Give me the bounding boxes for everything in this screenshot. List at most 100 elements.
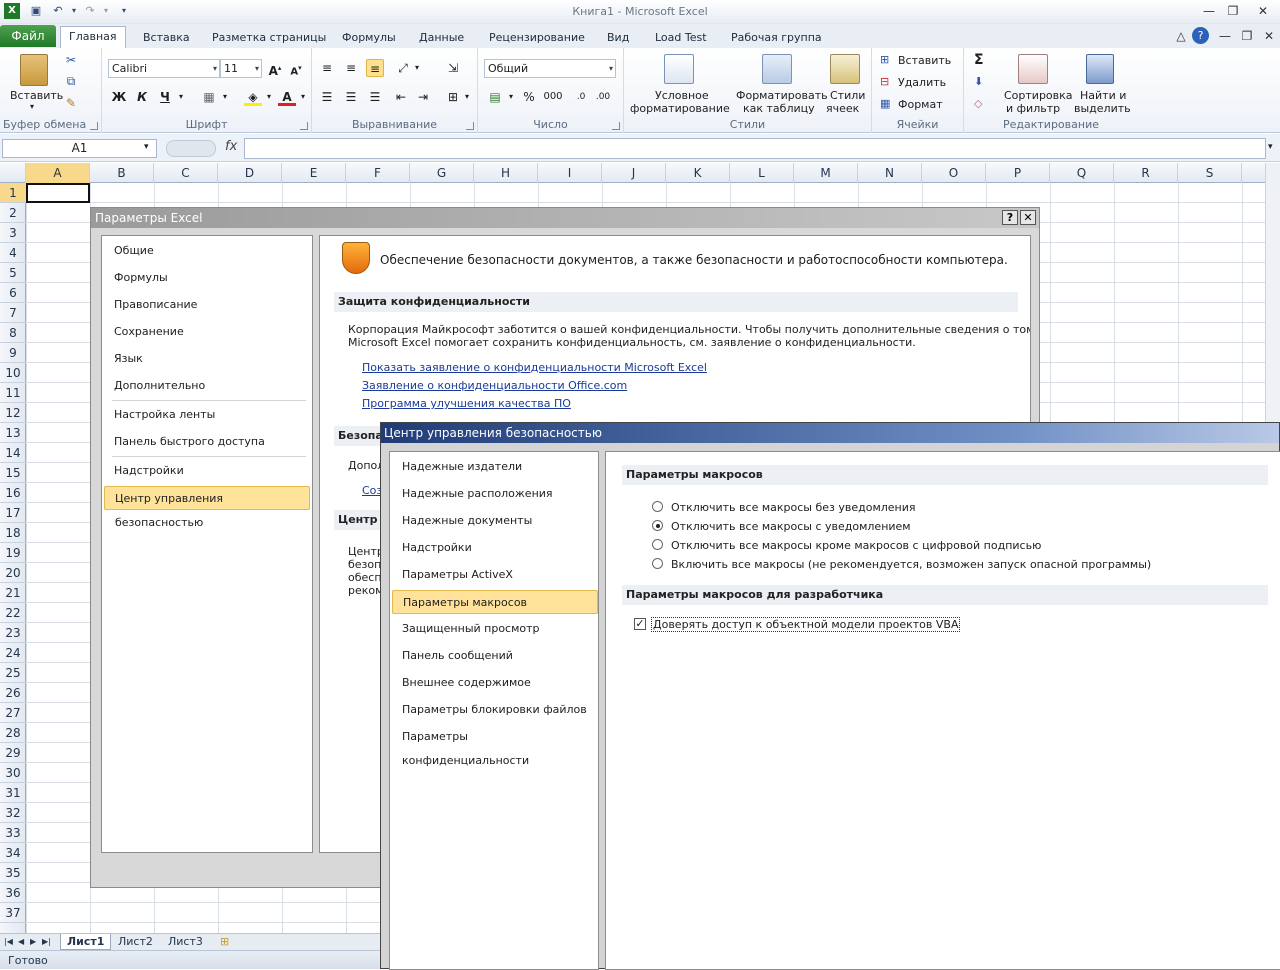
trust-nav-macro-settings[interactable]: Параметры макросов	[392, 590, 598, 614]
align-middle-icon[interactable]: ≡	[342, 59, 360, 77]
align-left-icon[interactable]: ☰	[318, 88, 336, 106]
doc-restore-icon[interactable]: ❐	[1236, 27, 1258, 45]
row-header[interactable]: 30	[0, 763, 26, 783]
tab-file[interactable]: Файл	[0, 25, 56, 47]
italic-button[interactable]: К	[133, 88, 151, 106]
copy-icon[interactable]: ⧉	[62, 72, 80, 90]
trust-nav-privacy[interactable]: Параметры конфиденциальности	[392, 725, 598, 767]
trust-nav-external-content[interactable]: Внешнее содержимое	[392, 671, 598, 695]
trust-nav-message-bar[interactable]: Панель сообщений	[392, 644, 598, 668]
option-disable-notify[interactable]: Отключить все макросы с уведомлением	[671, 520, 911, 533]
link-office-privacy[interactable]: Заявление о конфиденциальности Office.co…	[362, 379, 627, 392]
row-header[interactable]: 20	[0, 563, 26, 583]
column-header[interactable]: S	[1178, 163, 1242, 183]
clipboard-launcher-icon[interactable]	[90, 122, 98, 130]
next-sheet-icon[interactable]: ▶	[28, 934, 38, 950]
row-header[interactable]: 19	[0, 543, 26, 563]
link-ceip[interactable]: Программа улучшения качества ПО	[362, 397, 571, 410]
radio-disable-notify[interactable]	[652, 520, 663, 531]
row-header[interactable]: 24	[0, 643, 26, 663]
conditional-formatting-icon[interactable]	[664, 54, 694, 84]
row-header[interactable]: 29	[0, 743, 26, 763]
row-header[interactable]: 17	[0, 503, 26, 523]
column-header[interactable]: C	[154, 163, 218, 183]
align-center-icon[interactable]: ☰	[342, 88, 360, 106]
row-header[interactable]: 37	[0, 903, 26, 923]
row-header[interactable]: 32	[0, 803, 26, 823]
insert-cells-button[interactable]: Вставить	[898, 54, 951, 67]
option-enable-all[interactable]: Включить все макросы (не рекомендуется, …	[671, 558, 1151, 571]
options-nav-customize-ribbon[interactable]: Настройка ленты	[104, 403, 310, 427]
shrink-font-icon[interactable]: A▾	[287, 59, 305, 77]
active-cell[interactable]	[26, 183, 90, 203]
row-header[interactable]: 28	[0, 723, 26, 743]
row-header[interactable]: 21	[0, 583, 26, 603]
format-as-table-label-1[interactable]: Форматировать	[736, 89, 828, 102]
column-header[interactable]: Q	[1050, 163, 1114, 183]
row-header[interactable]: 26	[0, 683, 26, 703]
find-select-label-1[interactable]: Найти и	[1080, 89, 1126, 102]
options-nav-save[interactable]: Сохранение	[104, 320, 310, 344]
tab-view[interactable]: Вид	[599, 28, 637, 48]
options-nav-proofing[interactable]: Правописание	[104, 293, 310, 317]
sheet-tab-2[interactable]: Лист2	[112, 934, 159, 950]
sort-filter-icon[interactable]	[1018, 54, 1048, 84]
tab-insert[interactable]: Вставка	[135, 28, 198, 48]
minimize-icon[interactable]: —	[1198, 2, 1220, 20]
help-icon[interactable]: ?	[1192, 27, 1209, 44]
column-header[interactable]: K	[666, 163, 730, 183]
options-nav-general[interactable]: Общие	[104, 239, 310, 263]
font-name-combo[interactable]: Calibri ▾	[108, 59, 220, 78]
minimize-ribbon-icon[interactable]: △	[1170, 27, 1192, 45]
underline-dropdown-icon[interactable]: ▾	[172, 88, 190, 106]
row-header[interactable]: 6	[0, 283, 26, 303]
merge-dropdown-icon[interactable]: ▾	[458, 88, 476, 106]
align-top-icon[interactable]: ≡	[318, 59, 336, 77]
options-nav-language[interactable]: Язык	[104, 347, 310, 371]
column-header[interactable]: I	[538, 163, 602, 183]
sort-filter-label-1[interactable]: Сортировка	[1004, 89, 1073, 102]
row-header[interactable]: 36	[0, 883, 26, 903]
font-size-combo[interactable]: 11 ▾	[220, 59, 262, 78]
orientation-dropdown-icon[interactable]: ▾	[408, 59, 426, 77]
format-as-table-icon[interactable]	[762, 54, 792, 84]
select-all-corner[interactable]	[0, 163, 26, 183]
row-header[interactable]: 18	[0, 523, 26, 543]
insert-sheet-icon[interactable]: ⊞	[214, 934, 235, 950]
restore-icon[interactable]: ❐	[1222, 2, 1244, 20]
number-format-combo[interactable]: Общий ▾	[484, 59, 616, 78]
cell-styles-label-1[interactable]: Стили	[830, 89, 865, 102]
expand-formula-icon[interactable]: ▾	[1268, 142, 1273, 152]
row-header[interactable]: 8	[0, 323, 26, 343]
formula-splitter[interactable]	[166, 140, 216, 157]
clear-icon[interactable]: ◇	[974, 97, 982, 110]
row-header[interactable]: 9	[0, 343, 26, 363]
delete-cells-button[interactable]: Удалить	[898, 76, 946, 89]
option-disable-except-signed[interactable]: Отключить все макросы кроме макросов с ц…	[671, 539, 1041, 552]
row-header[interactable]: 5	[0, 263, 26, 283]
doc-close-icon[interactable]: ✕	[1258, 27, 1280, 45]
row-header[interactable]: 13	[0, 423, 26, 443]
fill-icon[interactable]: ⬇	[974, 75, 983, 88]
paste-dropdown-icon[interactable]: ▾	[30, 102, 34, 111]
trust-nav-activex[interactable]: Параметры ActiveX	[392, 563, 598, 587]
tab-home[interactable]: Главная	[60, 26, 126, 48]
sort-filter-label-2[interactable]: и фильтр	[1006, 102, 1060, 115]
row-header[interactable]: 23	[0, 623, 26, 643]
trust-nav-documents[interactable]: Надежные документы	[392, 509, 598, 533]
column-header[interactable]: N	[858, 163, 922, 183]
find-select-label-2[interactable]: выделить	[1074, 102, 1131, 115]
prev-sheet-icon[interactable]: ◀	[16, 934, 26, 950]
thousands-button[interactable]: 000	[542, 88, 564, 106]
column-header[interactable]: M	[794, 163, 858, 183]
paste-button[interactable]: Вставить	[10, 89, 63, 102]
row-header[interactable]: 14	[0, 443, 26, 463]
option-disable-no-notify[interactable]: Отключить все макросы без уведомления	[671, 501, 916, 514]
alignment-launcher-icon[interactable]	[466, 122, 474, 130]
autosum-button[interactable]: Σ	[974, 52, 984, 68]
column-header[interactable]: J	[602, 163, 666, 183]
decrease-decimal-icon[interactable]: .00	[594, 88, 612, 106]
row-header[interactable]: 27	[0, 703, 26, 723]
doc-minimize-icon[interactable]: —	[1214, 27, 1236, 45]
row-header[interactable]: 33	[0, 823, 26, 843]
